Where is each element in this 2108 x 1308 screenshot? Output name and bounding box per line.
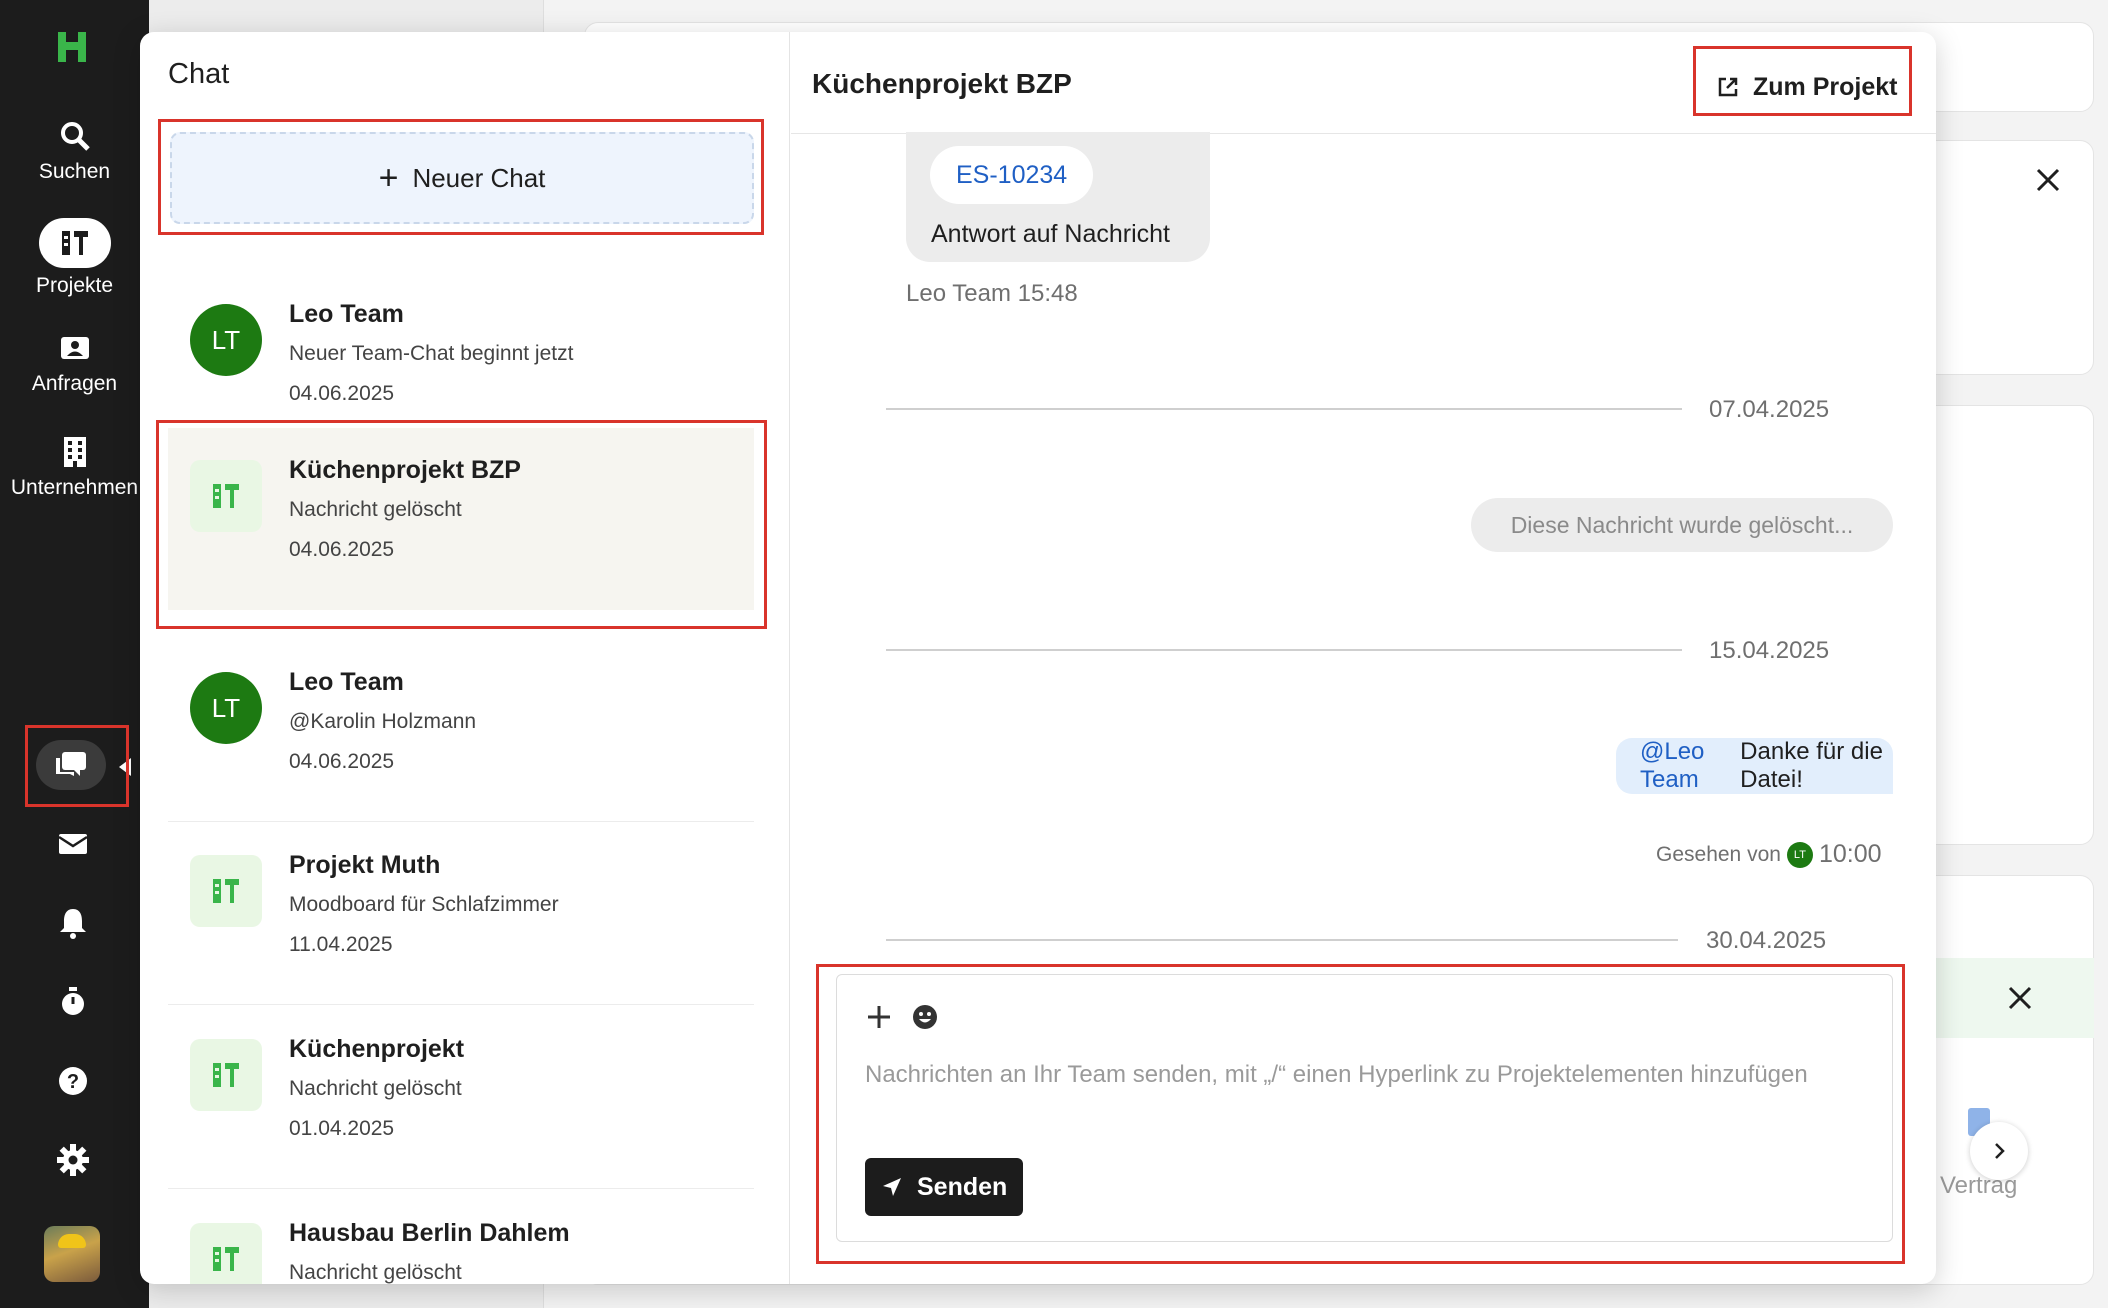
projects-icon xyxy=(61,231,88,255)
avatar: LT xyxy=(190,304,262,376)
own-message-text: Danke für die Datei! xyxy=(1740,738,1883,793)
date-divider-line xyxy=(886,939,1678,941)
reply-message-text: Antwort auf Nachricht xyxy=(931,220,1170,248)
nav-company-label: Unternehmen xyxy=(10,476,139,499)
seen-label: Gesehen von xyxy=(1656,842,1781,866)
project-avatar xyxy=(190,855,262,927)
chat-list-item[interactable]: Projekt Muth Moodboard für Schlafzimmer … xyxy=(168,823,754,1005)
nav-chat[interactable] xyxy=(36,740,106,790)
message-input[interactable]: Nachrichten an Ihr Team senden, mit „/“ … xyxy=(865,1059,1825,1091)
chat-list-item[interactable]: LT Leo Team @Karolin Holzmann 04.06.2025 xyxy=(168,640,754,822)
to-project-label: Zum Projekt xyxy=(1753,72,1898,101)
chat-item-title: Leo Team xyxy=(289,668,404,696)
send-button[interactable]: Senden xyxy=(865,1158,1024,1216)
conversation: Küchenprojekt BZP Zum Projekt ES-10234 A… xyxy=(791,32,1936,1284)
external-link-icon xyxy=(1718,77,1738,97)
chat-item-date: 01.04.2025 xyxy=(289,1117,395,1140)
chat-item-date: 04.06.2025 xyxy=(289,750,395,773)
avatar: LT xyxy=(1786,841,1813,868)
date-divider-label: 30.04.2025 xyxy=(1706,927,1827,954)
close-icon[interactable] xyxy=(2006,984,2034,1012)
chat-item-preview: Nachricht gelöscht xyxy=(289,498,462,521)
message-meta: Leo Team 15:48 xyxy=(906,280,1078,307)
chat-icon xyxy=(56,752,86,776)
chat-item-date: 04.06.2025 xyxy=(289,382,395,405)
chat-list-item-selected[interactable]: Küchenprojekt BZP Nachricht gelöscht 04.… xyxy=(168,428,754,610)
chat-list: Chat + Neuer Chat LT Leo Team Neuer Team… xyxy=(140,32,790,1284)
chat-list-item[interactable]: Hausbau Berlin Dahlem Nachricht gelöscht xyxy=(168,1191,754,1284)
user-avatar[interactable] xyxy=(44,1226,100,1282)
project-icon xyxy=(213,484,239,508)
reference-chip[interactable]: ES-10234 xyxy=(930,146,1094,204)
project-icon xyxy=(213,1063,239,1087)
chevron-right-icon xyxy=(1995,1143,2005,1159)
nav-company[interactable]: Unternehmen xyxy=(0,434,149,500)
help-icon[interactable]: ? xyxy=(55,1063,91,1099)
project-avatar xyxy=(190,1223,262,1284)
chat-item-title: Küchenprojekt BZP xyxy=(289,456,521,484)
main-navigation: Suchen Projekte Anfragen Unternehmen ? xyxy=(0,0,149,1308)
chat-item-title: Projekt Muth xyxy=(289,851,441,879)
chat-item-title: Hausbau Berlin Dahlem xyxy=(289,1219,570,1247)
mention[interactable]: @Leo Team xyxy=(1640,738,1733,794)
send-icon xyxy=(883,1178,901,1196)
chat-item-title: Leo Team xyxy=(289,300,404,328)
mail-icon[interactable] xyxy=(55,826,91,862)
chat-item-date: 04.06.2025 xyxy=(289,538,395,561)
send-label: Senden xyxy=(917,1172,1008,1201)
project-avatar xyxy=(190,460,262,532)
conversation-header: Küchenprojekt BZP Zum Projekt xyxy=(791,32,1936,134)
message-composer: Nachrichten an Ihr Team senden, mit „/“ … xyxy=(836,974,1893,1242)
deleted-message: Diese Nachricht wurde gelöscht... xyxy=(1471,498,1893,552)
nav-projects[interactable]: Projekte xyxy=(0,218,149,298)
avatar: LT xyxy=(190,672,262,744)
reply-message-bubble: ES-10234 Antwort auf Nachricht xyxy=(906,132,1210,262)
nav-projects-label: Projekte xyxy=(35,274,114,297)
search-icon xyxy=(60,122,90,151)
chat-item-preview: Nachricht gelöscht xyxy=(289,1261,462,1284)
date-divider-label: 07.04.2025 xyxy=(1709,396,1830,423)
nav-requests-label: Anfragen xyxy=(31,372,118,395)
close-icon[interactable] xyxy=(2034,166,2062,194)
chat-item-date: 11.04.2025 xyxy=(289,933,393,956)
chat-item-preview: @Karolin Holzmann xyxy=(289,710,477,733)
chat-list-item[interactable]: Küchenprojekt Nachricht gelöscht 01.04.2… xyxy=(168,1007,754,1189)
nav-projects-active-pill xyxy=(38,218,111,268)
settings-icon[interactable] xyxy=(55,1142,91,1178)
project-avatar xyxy=(190,1039,262,1111)
chat-list-item[interactable]: LT Leo Team Neuer Team-Chat beginnt jetz… xyxy=(168,272,754,454)
timer-icon[interactable] xyxy=(55,984,91,1020)
chat-panel: Chat + Neuer Chat LT Leo Team Neuer Team… xyxy=(140,32,1936,1284)
chat-item-preview: Moodboard für Schlafzimmer xyxy=(289,893,559,916)
chat-item-preview: Nachricht gelöscht xyxy=(289,1077,462,1100)
own-message-bubble: @Leo Team Danke für die Datei! xyxy=(1616,738,1893,794)
date-divider-label: 15.04.2025 xyxy=(1709,637,1830,664)
conversation-title: Küchenprojekt BZP xyxy=(812,68,1072,99)
requests-icon xyxy=(60,337,89,359)
active-indicator xyxy=(119,758,131,776)
nav-requests[interactable]: Anfragen xyxy=(0,330,149,396)
to-project-button[interactable]: Zum Projekt xyxy=(1717,62,1897,112)
company-icon xyxy=(63,437,86,467)
seen-time: 10:00 xyxy=(1818,840,1882,868)
date-divider-line xyxy=(886,649,1682,651)
chat-item-preview: Neuer Team-Chat beginnt jetzt xyxy=(289,342,574,365)
add-attachment-icon[interactable] xyxy=(865,1003,893,1031)
project-icon xyxy=(213,1247,239,1271)
plus-icon: + xyxy=(378,159,399,197)
seen-receipt: Gesehen von LT 10:00 xyxy=(1656,840,1882,869)
bell-icon[interactable] xyxy=(55,905,91,941)
emoji-icon[interactable] xyxy=(911,1003,939,1031)
chat-list-title: Chat xyxy=(168,58,230,90)
logo-icon xyxy=(58,32,86,62)
next-button[interactable] xyxy=(1970,1122,2028,1180)
nav-search[interactable]: Suchen xyxy=(0,118,149,184)
date-divider-line xyxy=(886,408,1682,410)
nav-search-label: Suchen xyxy=(38,160,111,183)
project-icon xyxy=(213,879,239,903)
chat-item-title: Küchenprojekt xyxy=(289,1035,465,1063)
new-chat-label: Neuer Chat xyxy=(412,162,546,193)
new-chat-button[interactable]: + Neuer Chat xyxy=(170,132,754,224)
svg-text:?: ? xyxy=(67,1071,79,1093)
